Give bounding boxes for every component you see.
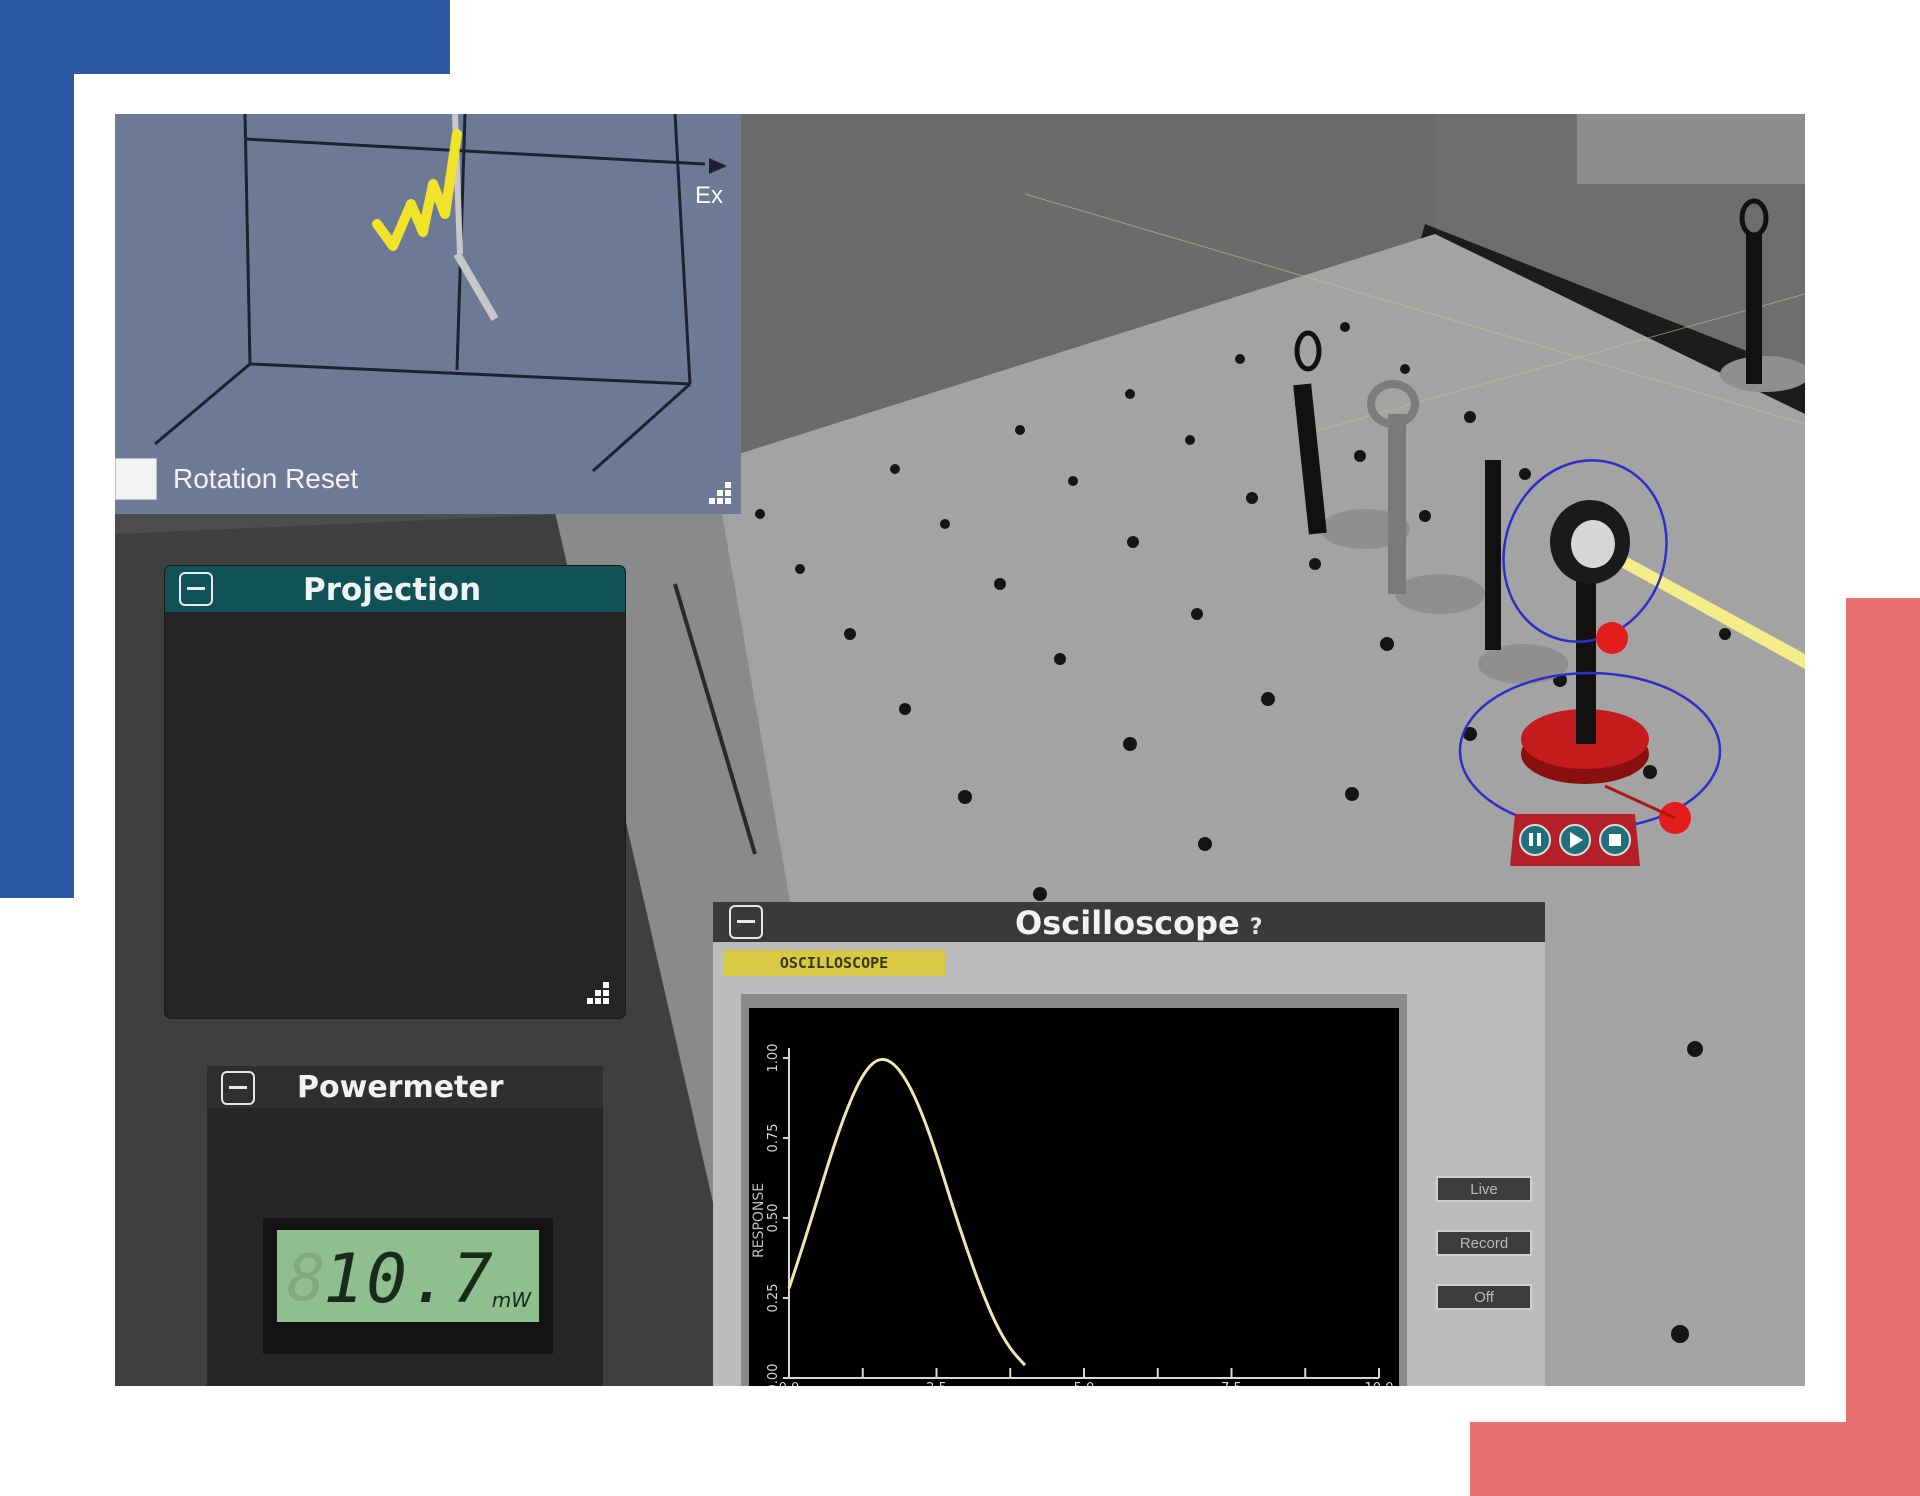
powermeter-title: Powermeter <box>297 1070 504 1105</box>
minimize-icon[interactable] <box>729 905 763 939</box>
decor-blue-left-bar <box>0 0 74 898</box>
projection-window[interactable]: Projection <box>165 566 625 1018</box>
projection-title: Projection <box>303 572 482 608</box>
rotation-reset-control[interactable]: Rotation Reset <box>115 457 358 501</box>
resize-grip-icon[interactable] <box>705 478 733 506</box>
playback-controls[interactable] <box>1510 814 1640 866</box>
oscilloscope-title-wrap: Oscilloscope? <box>1015 904 1262 942</box>
response-chart: RESPONSE 0.000.250.500.751.000.02.55.07.… <box>749 1008 1399 1386</box>
lcd-ghost-digit: 8 <box>287 1242 326 1316</box>
y-tick-label: 0.50 <box>766 1204 781 1233</box>
x-tick-label: 2.5 <box>926 1381 947 1386</box>
power-value: 10.7 <box>323 1240 495 1319</box>
projection-header[interactable]: Projection <box>165 566 625 612</box>
lcd-frame: 8 10.7 mW <box>263 1218 553 1354</box>
oscilloscope-tab[interactable]: OSCILLOSCOPE <box>723 950 945 976</box>
live-button[interactable]: Live <box>1436 1176 1532 1202</box>
y-tick-label: 0.25 <box>766 1284 781 1313</box>
x-tick-label: 10.0 <box>1365 1381 1394 1386</box>
power-readout: 8 10.7 mW <box>277 1230 539 1322</box>
off-button[interactable]: Off <box>1436 1284 1532 1310</box>
simulation-viewport[interactable]: Ex Rotation Reset Projection Powermeter <box>115 114 1805 1386</box>
powermeter-header[interactable]: Powermeter <box>207 1066 603 1108</box>
polarization-3d-view[interactable]: Ex Rotation Reset <box>115 114 741 514</box>
chart-background <box>749 1008 1399 1386</box>
oscilloscope-window[interactable]: Oscilloscope? OSCILLOSCOPE RESPONSE 0.0 0… <box>713 902 1545 1386</box>
resize-grip-icon[interactable] <box>583 978 611 1006</box>
minimize-icon[interactable] <box>179 572 213 606</box>
oscilloscope-header[interactable]: Oscilloscope? <box>713 902 1545 942</box>
x-tick-label: 0.0 <box>779 1381 800 1386</box>
y-axis-label: RESPONSE <box>751 1183 767 1258</box>
polarization-axes[interactable] <box>115 114 741 514</box>
x-tick-label: 7.5 <box>1221 1381 1242 1386</box>
rotation-reset-checkbox[interactable] <box>115 458 157 500</box>
record-button[interactable]: Record <box>1436 1230 1532 1256</box>
power-unit: mW <box>491 1288 531 1312</box>
decor-red-right-bar <box>1846 598 1920 1496</box>
decor-red-bottom-bar <box>1470 1422 1920 1496</box>
rotation-reset-label: Rotation Reset <box>173 463 359 494</box>
help-icon[interactable]: ? <box>1250 915 1263 940</box>
y-tick-label: 1.00 <box>766 1044 781 1073</box>
powermeter-window[interactable]: Powermeter 8 10.7 mW <box>207 1066 603 1386</box>
rotation-handle[interactable] <box>1596 622 1628 654</box>
axis-label-ex: Ex <box>695 182 724 209</box>
y-tick-label: 0.75 <box>766 1124 781 1153</box>
minimize-icon[interactable] <box>221 1071 255 1105</box>
oscilloscope-screen: RESPONSE 0.000.250.500.751.000.02.55.07.… <box>741 994 1407 1386</box>
oscilloscope-title: Oscilloscope <box>1015 904 1240 942</box>
x-tick-label: 5.0 <box>1074 1381 1095 1386</box>
pause-icon[interactable] <box>1519 824 1551 856</box>
